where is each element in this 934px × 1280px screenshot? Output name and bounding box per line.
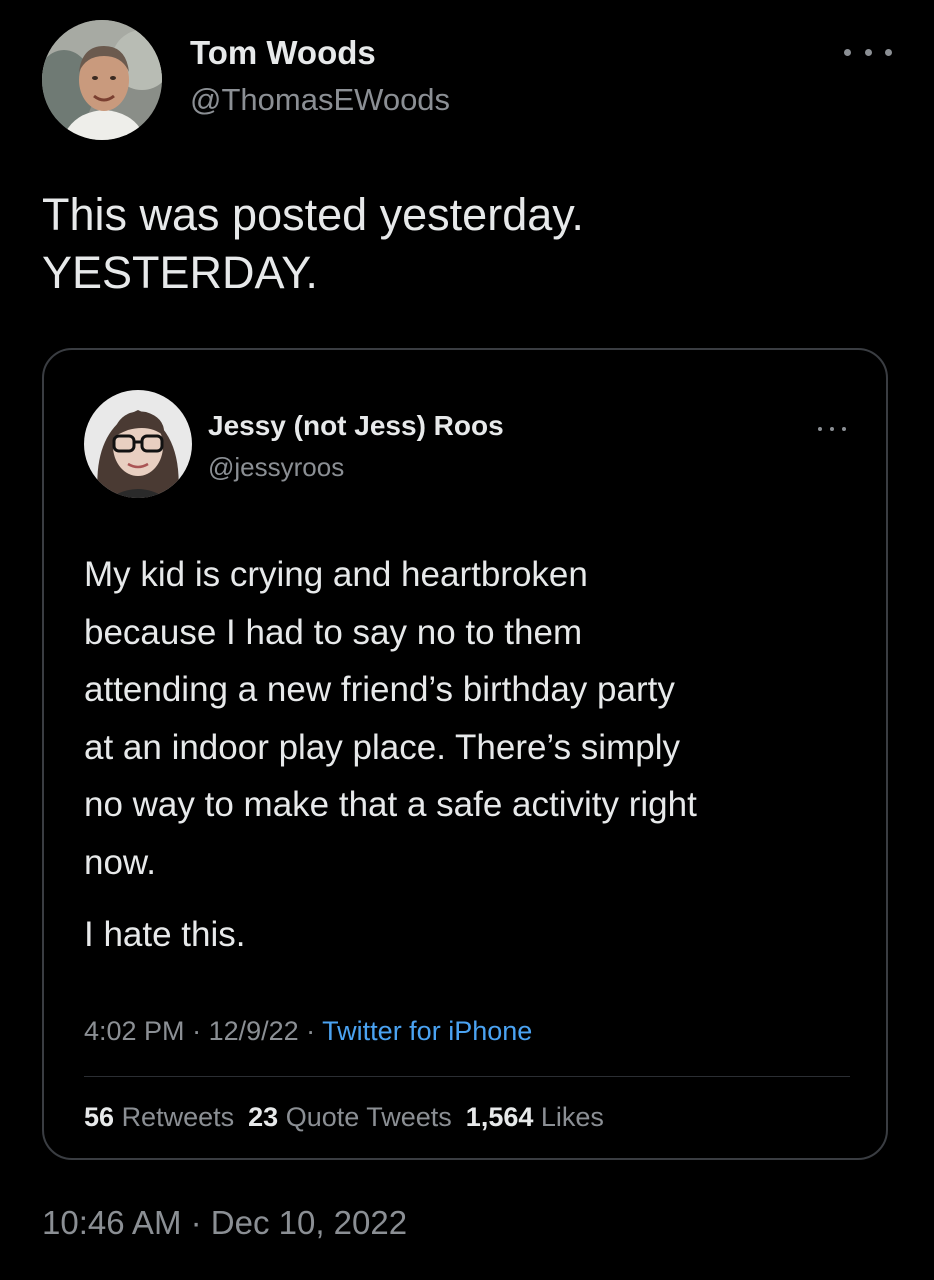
tweet-text-line: YESTERDAY. xyxy=(42,247,318,298)
author-name[interactable]: Tom Woods xyxy=(190,34,376,72)
quoted-text-line: at an indoor play place. There’s simply xyxy=(84,727,680,767)
quoted-author-handle[interactable]: @jessyroos xyxy=(208,452,344,483)
author-avatar[interactable] xyxy=(42,20,162,140)
more-dot xyxy=(844,48,851,56)
tweet-text-line: This was posted yesterday. xyxy=(42,189,584,240)
divider xyxy=(84,1076,850,1077)
meta-separator: · xyxy=(184,1016,209,1046)
tweet-text: This was posted yesterday. YESTERDAY. xyxy=(42,186,902,302)
meta-separator: · xyxy=(298,1016,323,1046)
avatar-photo xyxy=(42,20,162,140)
tweet-detail-page: Tom Woods @ThomasEWoods This was posted … xyxy=(0,0,934,1280)
more-options-icon[interactable] xyxy=(844,42,892,62)
quoted-text-line: no way to make that a safe activity righ… xyxy=(84,785,697,824)
author-handle[interactable]: @ThomasEWoods xyxy=(190,82,450,118)
likes-stat[interactable]: 1,564 Likes xyxy=(466,1102,604,1132)
quoted-author-avatar[interactable] xyxy=(84,390,192,498)
quoted-text-line: now. xyxy=(84,842,156,882)
quoted-tweet-text: My kid is crying and heartbroken because… xyxy=(84,546,864,891)
quoted-text-line: My kid is crying and heartbroken xyxy=(84,555,588,594)
quoted-text-line: attending a new friend’s birthday party xyxy=(84,670,675,709)
more-dot xyxy=(830,427,834,431)
quote-tweets-stat[interactable]: 23 Quote Tweets xyxy=(248,1102,452,1132)
quoted-tweet-card[interactable]: Jessy (not Jess) Roos @jessyroos My kid … xyxy=(42,348,888,1160)
more-dot xyxy=(818,427,822,431)
quote-tweets-count: 23 xyxy=(248,1102,279,1132)
more-dot xyxy=(864,48,872,56)
quote-tweets-label: Quote Tweets xyxy=(285,1102,452,1132)
quoted-text-line: because I had to say no to them xyxy=(84,612,583,652)
retweets-count: 56 xyxy=(84,1102,115,1132)
retweets-stat[interactable]: 56 Retweets xyxy=(84,1102,234,1132)
tweet-timestamp[interactable]: 10:46 AM · Dec 10, 2022 xyxy=(42,1204,407,1242)
quoted-tweet-time[interactable]: 4:02 PM xyxy=(84,1016,185,1046)
quoted-author-name[interactable]: Jessy (not Jess) Roos xyxy=(208,410,504,442)
quoted-tweet-text-paragraph: I hate this. xyxy=(84,915,246,954)
likes-label: Likes xyxy=(540,1102,604,1132)
more-dot xyxy=(842,427,846,431)
quoted-tweet-date[interactable]: 12/9/22 xyxy=(209,1016,299,1046)
avatar-photo xyxy=(84,390,192,498)
quoted-tweet-meta: 4:02 PM · 12/9/22 · Twitter for iPhone xyxy=(84,1016,532,1047)
more-options-icon[interactable] xyxy=(818,424,846,434)
retweets-label: Retweets xyxy=(121,1102,235,1132)
likes-count: 1,564 xyxy=(465,1102,534,1132)
tweet-source-link[interactable]: Twitter for iPhone xyxy=(322,1016,532,1046)
quoted-tweet-stats: 56 Retweets 23 Quote Tweets 1,564 Likes xyxy=(84,1102,604,1133)
more-dot xyxy=(885,48,892,56)
